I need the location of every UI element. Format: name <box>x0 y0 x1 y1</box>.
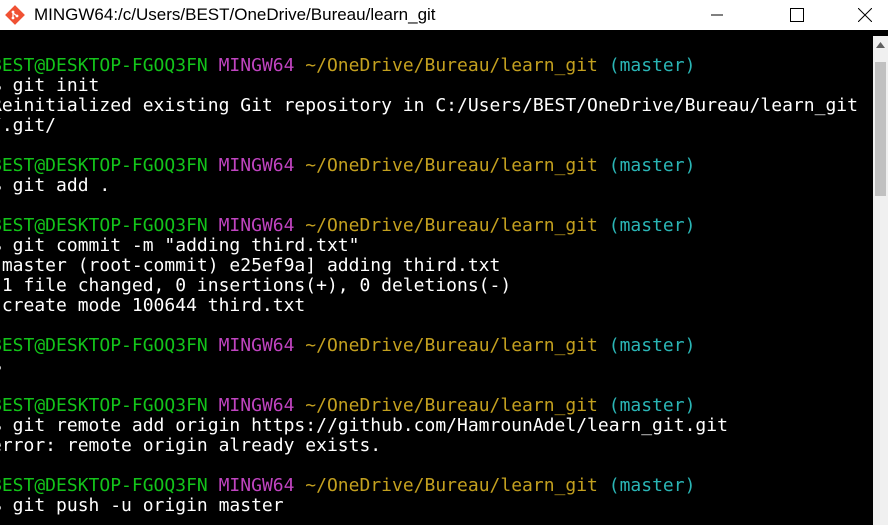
prompt-path: ~/OneDrive/Bureau/learn_git <box>305 55 598 76</box>
terminal-output[interactable]: BEST@DESKTOP-FGOQ3FN MINGW64 ~/OneDrive/… <box>0 36 873 525</box>
prompt-path: ~/OneDrive/Bureau/learn_git <box>305 215 598 236</box>
scroll-thumb[interactable] <box>875 62 886 196</box>
prompt-branch: (master) <box>608 335 696 356</box>
command-line: $ git push -u origin master <box>0 495 284 516</box>
command-line: $ git init <box>0 75 100 96</box>
prompt-path: ~/OneDrive/Bureau/learn_git <box>305 395 598 416</box>
prompt-line: BEST@DESKTOP-FGOQ3FN MINGW64 ~/OneDrive/… <box>0 156 695 176</box>
maximize-icon <box>790 8 804 22</box>
minimize-button[interactable] <box>694 0 740 30</box>
prompt-env: MINGW64 <box>218 475 295 496</box>
output-line: create mode 100644 third.txt <box>0 295 306 316</box>
output-line: error: remote origin already exists. <box>0 435 382 456</box>
prompt-env: MINGW64 <box>218 335 295 356</box>
prompt-user-host: BEST@DESKTOP-FGOQ3FN <box>0 155 208 176</box>
output-line: 1 file changed, 0 insertions(+), 0 delet… <box>0 275 512 296</box>
prompt-line: BEST@DESKTOP-FGOQ3FN MINGW64 ~/OneDrive/… <box>0 396 695 416</box>
scroll-up-button[interactable] <box>873 36 888 53</box>
prompt-user-host: BEST@DESKTOP-FGOQ3FN <box>0 475 208 496</box>
prompt-path: ~/OneDrive/Bureau/learn_git <box>305 155 598 176</box>
prompt-branch: (master) <box>608 215 696 236</box>
command-line: $ git remote add origin https://github.c… <box>0 415 728 436</box>
output-line: /.git/ <box>0 115 57 136</box>
command-line: $ <box>0 356 2 376</box>
prompt-path: ~/OneDrive/Bureau/learn_git <box>305 475 598 496</box>
close-icon <box>858 8 872 22</box>
prompt-line: BEST@DESKTOP-FGOQ3FN MINGW64 ~/OneDrive/… <box>0 56 695 76</box>
maximize-button[interactable] <box>774 0 820 30</box>
prompt-branch: (master) <box>608 395 696 416</box>
git-bash-icon <box>5 5 25 25</box>
prompt-branch: (master) <box>608 55 696 76</box>
prompt-user-host: BEST@DESKTOP-FGOQ3FN <box>0 55 208 76</box>
output-line: Reinitialized existing Git repository in… <box>0 95 858 116</box>
output-line: [master (root-commit) e25ef9a] adding th… <box>0 255 501 276</box>
prompt-line: BEST@DESKTOP-FGOQ3FN MINGW64 ~/OneDrive/… <box>0 336 695 356</box>
prompt-env: MINGW64 <box>218 55 295 76</box>
prompt-branch: (master) <box>608 475 696 496</box>
command-line: $ git commit -m "adding third.txt" <box>0 235 360 256</box>
prompt-user-host: BEST@DESKTOP-FGOQ3FN <box>0 395 208 416</box>
vertical-scrollbar[interactable] <box>873 36 888 525</box>
prompt-env: MINGW64 <box>218 215 295 236</box>
window-title: MINGW64:/c/Users/BEST/OneDrive/Bureau/le… <box>34 5 436 24</box>
title-bar[interactable]: MINGW64:/c/Users/BEST/OneDrive/Bureau/le… <box>0 0 888 30</box>
prompt-line: BEST@DESKTOP-FGOQ3FN MINGW64 ~/OneDrive/… <box>0 216 695 236</box>
prompt-branch: (master) <box>608 155 696 176</box>
prompt-line: BEST@DESKTOP-FGOQ3FN MINGW64 ~/OneDrive/… <box>0 476 695 496</box>
minimize-icon <box>711 14 723 16</box>
scroll-up-arrow-icon <box>876 41 885 48</box>
prompt-env: MINGW64 <box>218 155 295 176</box>
prompt-env: MINGW64 <box>218 395 295 416</box>
close-button[interactable] <box>842 0 888 30</box>
prompt-user-host: BEST@DESKTOP-FGOQ3FN <box>0 335 208 356</box>
prompt-user-host: BEST@DESKTOP-FGOQ3FN <box>0 215 208 236</box>
command-line: $ git add . <box>0 175 111 196</box>
prompt-path: ~/OneDrive/Bureau/learn_git <box>305 335 598 356</box>
